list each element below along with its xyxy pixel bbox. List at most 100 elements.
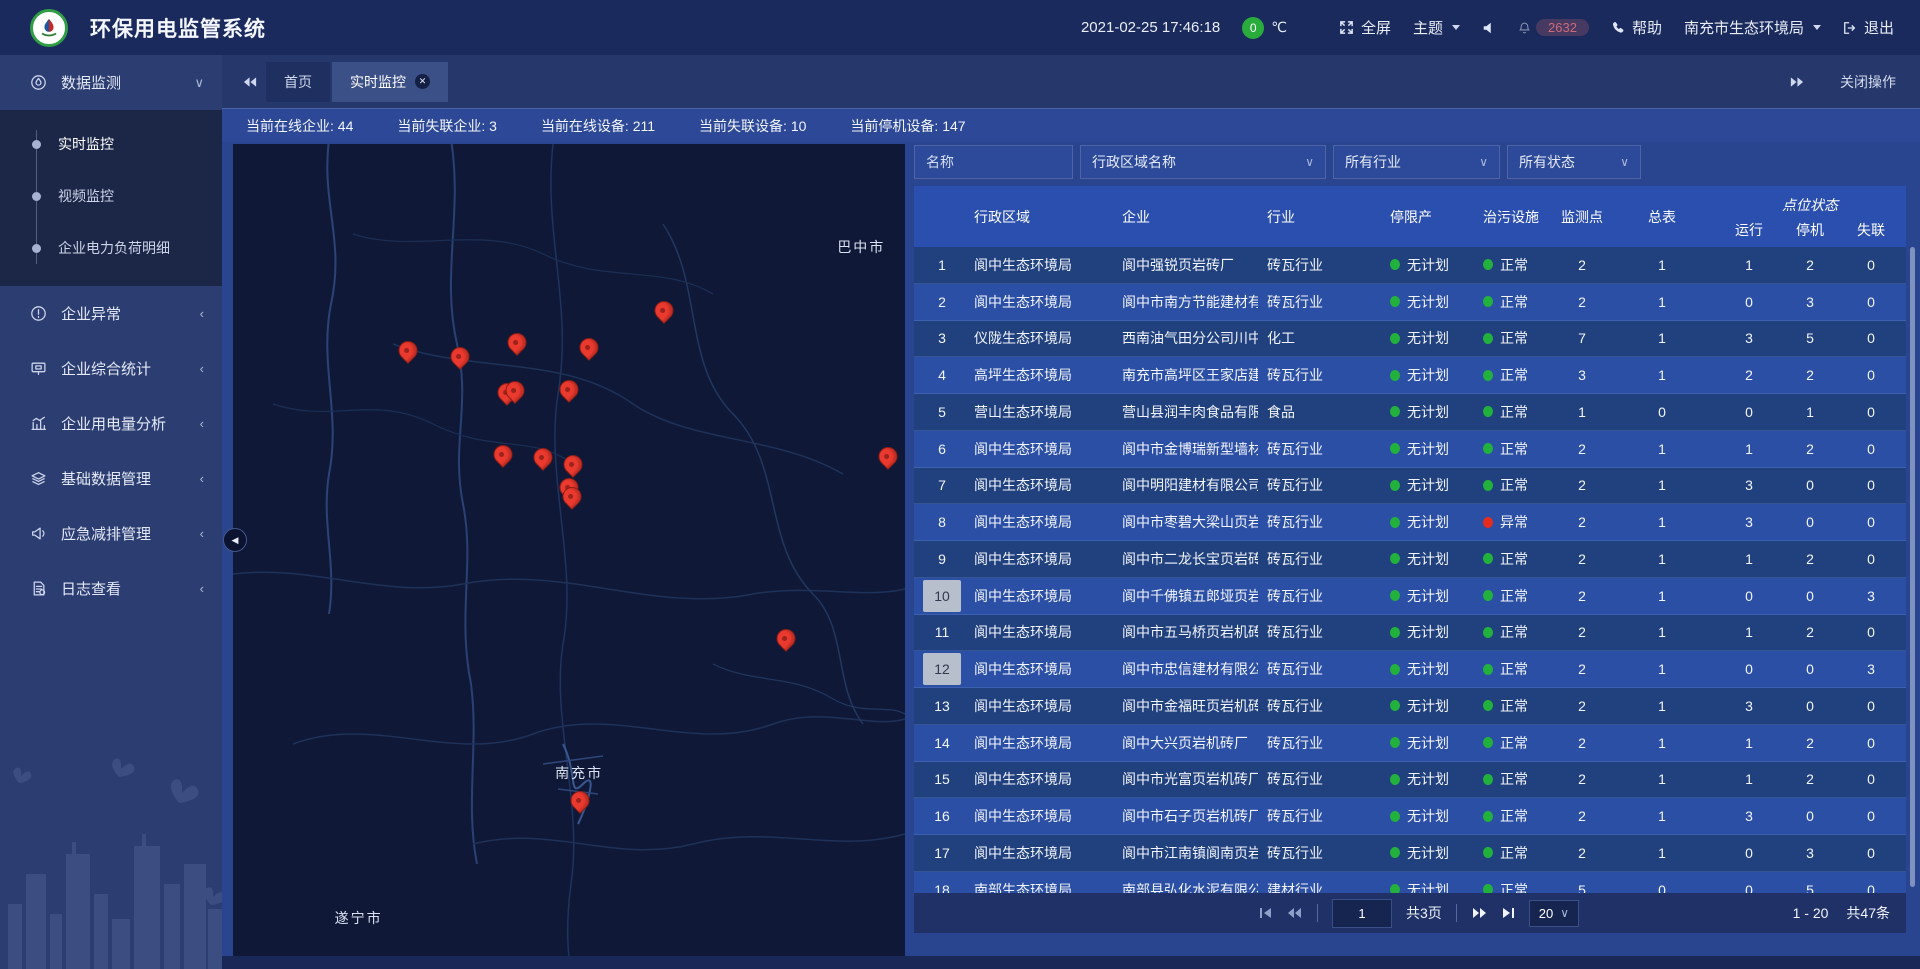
status-dot-icon: [1483, 847, 1493, 858]
name-filter-input[interactable]: [914, 145, 1073, 179]
table-row[interactable]: 14阆中生态环境局阆中大兴页岩机砖厂砖瓦行业无计划正常21120: [914, 725, 1906, 762]
cell-halt-count: 0: [1784, 578, 1836, 614]
table-row[interactable]: 13阆中生态环境局阆中市金福旺页岩机砖砖瓦行业无计划正常21300: [914, 688, 1906, 725]
map-roads-image: [233, 144, 905, 956]
facility-status-text: 正常: [1500, 475, 1528, 495]
table-row[interactable]: 15阆中生态环境局阆中市光富页岩机砖厂砖瓦行业无计划正常21120: [914, 762, 1906, 799]
table-row[interactable]: 11阆中生态环境局阆中市五马桥页岩机砖砖瓦行业无计划正常21120: [914, 615, 1906, 652]
stop-plan-text: 无计划: [1407, 512, 1449, 532]
total-count-label: 共47条: [1846, 903, 1890, 923]
sidebar-item-4[interactable]: 基础数据管理‹: [0, 451, 222, 506]
scroll-tabs-left-button[interactable]: [234, 76, 266, 88]
table-row[interactable]: 9阆中生态环境局阆中市二龙长宝页岩砖砖瓦行业无计划正常21120: [914, 541, 1906, 578]
sidebar-item-0[interactable]: 数据监测∨: [0, 55, 222, 110]
cell-facility: 异常: [1474, 504, 1554, 540]
theme-button[interactable]: 主题: [1413, 17, 1460, 38]
status-dot-icon: [1390, 700, 1400, 711]
table-row[interactable]: 12阆中生态环境局阆中市忠信建材有限公砖瓦行业无计划正常21003: [914, 651, 1906, 688]
table-row[interactable]: 18南部生态环境局南部县弘化水泥有限公建材行业无计划正常50050: [914, 872, 1906, 893]
sidebar-item-1[interactable]: 企业异常‹: [0, 286, 222, 341]
stat-value: 44: [338, 118, 354, 134]
sidebar-subitem-1[interactable]: 视频监控: [0, 170, 222, 222]
volume-button[interactable]: [1482, 21, 1496, 35]
notification-count-badge: 2632: [1536, 19, 1589, 36]
table-row[interactable]: 16阆中生态环境局阆中市石子页岩机砖厂砖瓦行业无计划正常21300: [914, 798, 1906, 835]
cell-facility: 正常: [1474, 284, 1554, 320]
table-header: 行政区域 企业 行业 停限产 治污设施 监测点 总表 点位状态 运行 停机 失联: [914, 186, 1906, 247]
cell-industry: 砖瓦行业: [1258, 284, 1382, 320]
facility-status-text: 正常: [1500, 659, 1528, 679]
map-container[interactable]: 巴中市南充市遂宁市: [233, 144, 905, 956]
cell-monitor-count: 2: [1554, 541, 1610, 577]
region-filter-select[interactable]: 行政区域名称 ∨: [1080, 145, 1326, 179]
sidebar-item-2[interactable]: 企业综合统计‹: [0, 341, 222, 396]
cell-run-count: 3: [1714, 321, 1784, 357]
fullscreen-icon: [1339, 20, 1354, 35]
cell-facility: 正常: [1474, 394, 1554, 430]
table-body: 1阆中生态环境局阆中强锐页岩砖厂砖瓦行业无计划正常211202阆中生态环境局阆中…: [914, 247, 1906, 893]
sidebar-subitem-0[interactable]: 实时监控: [0, 118, 222, 170]
table-row[interactable]: 7阆中生态环境局阆中明阳建材有限公司砖瓦行业无计划正常21300: [914, 468, 1906, 505]
page-size-select[interactable]: 20 ∨: [1529, 900, 1579, 927]
row-index: 1: [914, 247, 970, 283]
sidebar-subitem-2[interactable]: 企业电力负荷明细: [0, 222, 222, 274]
cell-stop-plan: 无计划: [1382, 725, 1474, 761]
cell-region: 阆中生态环境局: [970, 431, 1112, 467]
table-row[interactable]: 3仪陇生态环境局西南油气田分公司川中化工无计划正常71350: [914, 321, 1906, 358]
logout-button[interactable]: 退出: [1843, 17, 1894, 38]
cell-stop-plan: 无计划: [1382, 284, 1474, 320]
help-button[interactable]: 帮助: [1611, 17, 1662, 38]
user-org-button[interactable]: 南充市生态环境局: [1684, 17, 1821, 38]
table-row[interactable]: 5营山生态环境局营山县润丰肉食品有限食品无计划正常10010: [914, 394, 1906, 431]
page-input[interactable]: [1332, 899, 1392, 928]
page-title: 环保用电监管系统: [90, 13, 266, 43]
row-index: 6: [914, 431, 970, 467]
table-row[interactable]: 17阆中生态环境局阆中市江南镇阆南页岩砖瓦行业无计划正常21030: [914, 835, 1906, 872]
cell-halt-count: 1: [1784, 394, 1836, 430]
table-scrollbar[interactable]: [1910, 247, 1915, 887]
fullscreen-button[interactable]: 全屏: [1339, 17, 1391, 38]
table-row[interactable]: 4高坪生态环境局南充市高坪区王家店建砖瓦行业无计划正常31220: [914, 357, 1906, 394]
map-collapse-button[interactable]: ◀: [223, 528, 247, 552]
cell-halt-count: 3: [1784, 835, 1836, 871]
tab-item-0[interactable]: 首页: [266, 62, 330, 102]
right-panel: 行政区域名称 ∨ 所有行业 ∨ 所有状态 ∨ 行政区域 企业: [914, 142, 1906, 969]
notification-widget[interactable]: 2632: [1518, 19, 1589, 36]
bullet-icon: [32, 140, 41, 149]
logout-label: 退出: [1864, 17, 1894, 38]
last-page-button[interactable]: [1501, 907, 1515, 919]
sidebar-item-3[interactable]: 企业用电量分析‹: [0, 396, 222, 451]
cell-facility: 正常: [1474, 541, 1554, 577]
table-row[interactable]: 10阆中生态环境局阆中千佛镇五郎垭页岩砖瓦行业无计划正常21003: [914, 578, 1906, 615]
table-row[interactable]: 1阆中生态环境局阆中强锐页岩砖厂砖瓦行业无计划正常21120: [914, 247, 1906, 284]
tab-item-1[interactable]: 实时监控✕: [332, 62, 448, 102]
row-index: 14: [914, 725, 970, 761]
cell-industry: 砖瓦行业: [1258, 247, 1382, 283]
table-row[interactable]: 8阆中生态环境局阆中市枣碧大梁山页岩砖瓦行业无计划异常21300: [914, 504, 1906, 541]
table-row[interactable]: 2阆中生态环境局阆中市南方节能建材有砖瓦行业无计划正常21030: [914, 284, 1906, 321]
cell-lost-count: 3: [1836, 578, 1906, 614]
cell-halt-count: 2: [1784, 247, 1836, 283]
cell-region: 阆中生态环境局: [970, 284, 1112, 320]
sidebar-item-label: 应急减排管理: [61, 523, 200, 544]
pagination-bar: 共3页 20 ∨ 1 - 20: [914, 893, 1906, 933]
sidebar-item-6[interactable]: 日志查看‹: [0, 561, 222, 616]
cell-run-count: 3: [1714, 798, 1784, 834]
scroll-tabs-right-button[interactable]: [1780, 76, 1812, 88]
row-index: 2: [914, 284, 970, 320]
sidebar-item-5[interactable]: 应急减排管理‹: [0, 506, 222, 561]
first-page-button[interactable]: [1259, 907, 1273, 919]
cell-total-meter: 1: [1610, 357, 1714, 393]
cell-halt-count: 2: [1784, 357, 1836, 393]
industry-filter-select[interactable]: 所有行业 ∨: [1333, 145, 1500, 179]
cell-facility: 正常: [1474, 357, 1554, 393]
table-row[interactable]: 6阆中生态环境局阆中市金博瑞新型墙材砖瓦行业无计划正常21120: [914, 431, 1906, 468]
close-operations-button[interactable]: 关闭操作: [1840, 72, 1896, 92]
next-page-button[interactable]: [1471, 907, 1487, 919]
cell-stop-plan: 无计划: [1382, 468, 1474, 504]
close-icon[interactable]: ✕: [415, 74, 430, 89]
status-filter-select[interactable]: 所有状态 ∨: [1507, 145, 1641, 179]
prev-page-button[interactable]: [1287, 907, 1303, 919]
chevron-left-icon: ‹: [200, 471, 204, 486]
cell-monitor-count: 7: [1554, 321, 1610, 357]
